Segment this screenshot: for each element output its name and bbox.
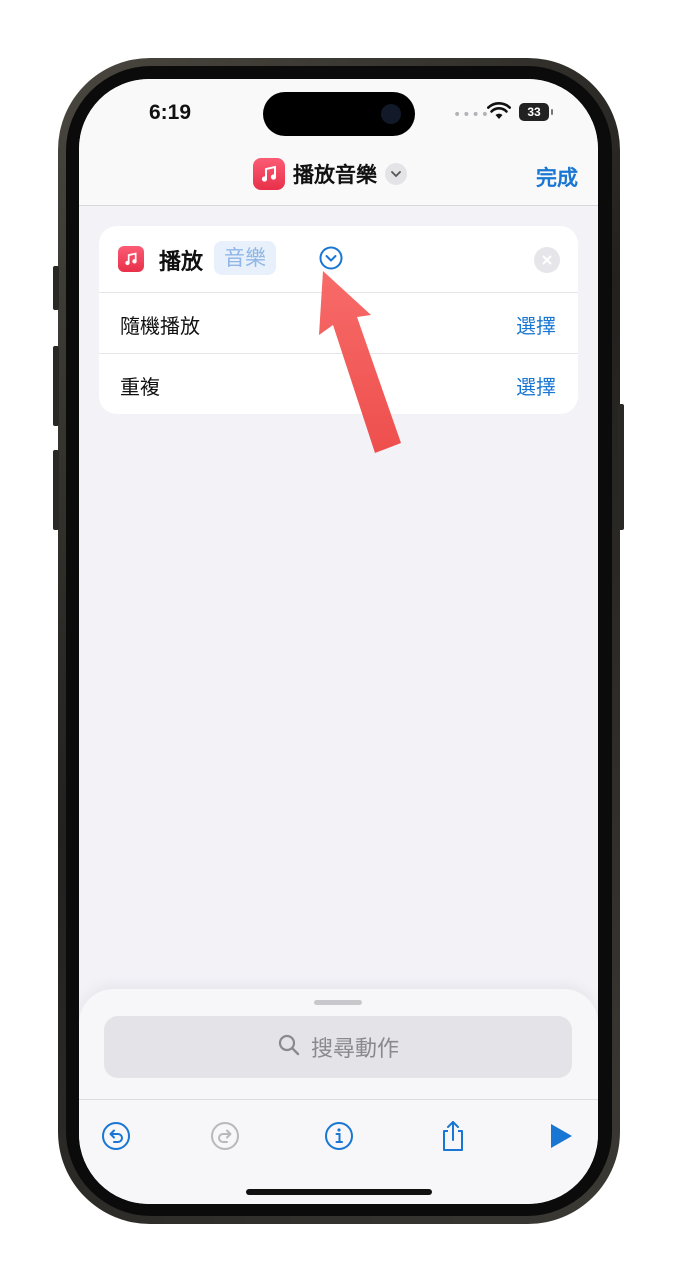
- share-icon[interactable]: [436, 1119, 470, 1153]
- music-parameter-token[interactable]: 音樂: [214, 241, 276, 275]
- toolbar-divider: [79, 1099, 598, 1100]
- search-icon: [277, 1033, 301, 1061]
- search-placeholder: 搜尋動作: [310, 1037, 399, 1062]
- shortcut-title-menu[interactable]: 播放音樂: [253, 157, 407, 191]
- mute-switch: [53, 266, 59, 310]
- cellular-signal-icon: ••••: [453, 107, 491, 123]
- volume-up-button: [53, 346, 59, 426]
- status-time: 6:19: [149, 101, 192, 124]
- shuffle-choose-button[interactable]: 選擇: [516, 310, 556, 339]
- shuffle-label: 隨機播放: [120, 314, 200, 338]
- chevron-down-icon[interactable]: [385, 163, 407, 185]
- remove-action-icon[interactable]: [534, 247, 560, 273]
- repeat-choose-button[interactable]: 選擇: [516, 371, 556, 400]
- battery-indicator: 33: [519, 103, 553, 121]
- wifi-icon: [487, 102, 511, 124]
- action-verb: 播放: [159, 250, 204, 275]
- page-title: 播放音樂: [293, 163, 377, 187]
- music-app-icon: [118, 246, 144, 272]
- dynamic-island: [263, 92, 415, 136]
- music-app-icon: [253, 158, 285, 190]
- screen: 6:19 •••• 33 播放音樂 完成 播放 音樂 隨機播放 選擇 重複 選擇…: [79, 79, 598, 1204]
- info-icon[interactable]: [322, 1119, 356, 1153]
- undo-icon[interactable]: [99, 1119, 133, 1153]
- done-button[interactable]: 完成: [536, 162, 578, 192]
- repeat-label: 重複: [120, 375, 160, 399]
- search-actions-field[interactable]: 搜尋動作: [104, 1016, 572, 1078]
- navigation-bar: 6:19 •••• 33 播放音樂 完成: [79, 79, 598, 206]
- sheet-grabber[interactable]: [314, 1000, 362, 1005]
- action-search-sheet: 搜尋動作: [79, 989, 598, 1204]
- annotation-arrow-icon: [309, 271, 409, 475]
- power-button: [618, 404, 624, 530]
- volume-down-button: [53, 450, 59, 530]
- expand-options-icon[interactable]: [319, 246, 343, 270]
- redo-icon[interactable]: [208, 1119, 242, 1153]
- front-camera: [381, 104, 401, 124]
- home-indicator[interactable]: [246, 1189, 432, 1195]
- play-icon[interactable]: [544, 1119, 578, 1153]
